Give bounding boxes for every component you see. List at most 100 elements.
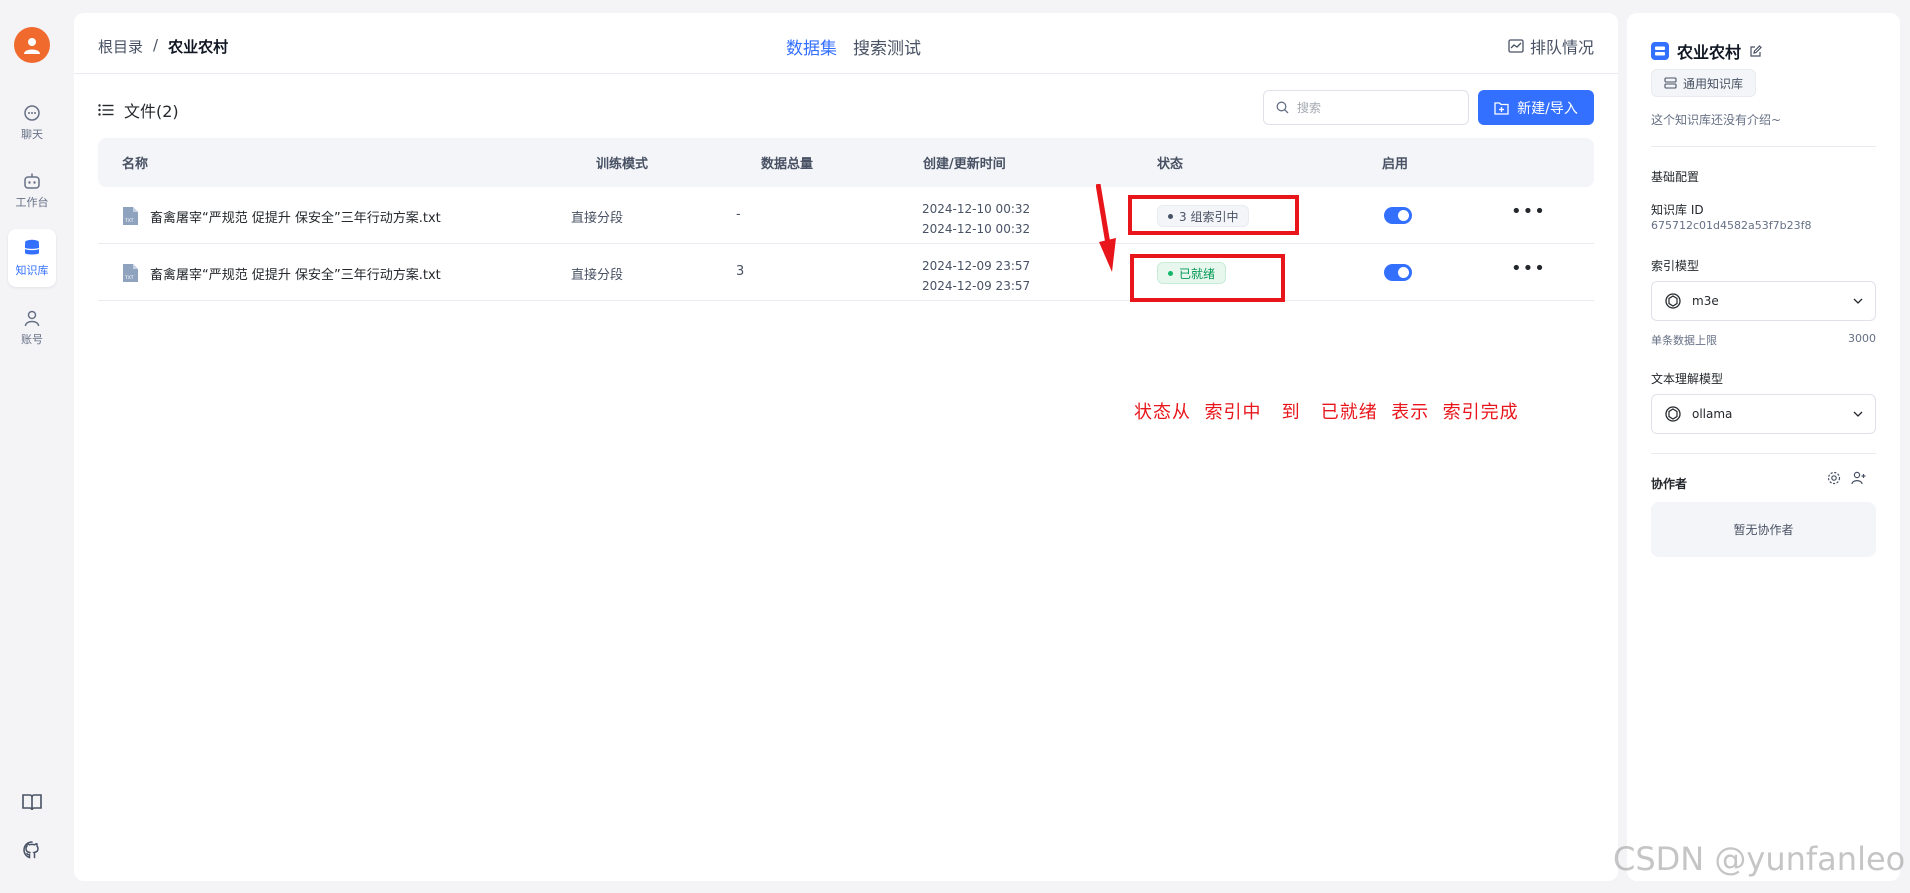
nav-knowledge-base[interactable]: 知识库 — [8, 229, 56, 287]
text-model-label: 文本理解模型 — [1651, 372, 1724, 386]
chevron-down-icon — [1853, 411, 1863, 417]
kb-intro: 这个知识库还没有介绍~ — [1651, 113, 1782, 127]
text-model-select[interactable]: ollama — [1651, 394, 1876, 434]
edit-icon[interactable] — [1749, 44, 1762, 58]
kb-detail-panel: 农业农村 通用知识库 这个知识库还没有介绍~ 基础配置 知识库 ID 67571… — [1627, 13, 1900, 881]
settings-gear-icon[interactable] — [1827, 471, 1841, 485]
left-nav: 聊天 工作台 知识库 账号 — [0, 0, 64, 893]
train-mode: 直接分段 — [571, 211, 624, 226]
index-model-select[interactable]: m3e — [1651, 281, 1876, 321]
index-model-label: 索引模型 — [1651, 259, 1700, 273]
openai-icon — [1665, 406, 1681, 422]
kb-type-label: 通用知识库 — [1683, 76, 1744, 91]
book-icon — [22, 794, 42, 811]
tab-dataset[interactable]: 数据集 — [786, 34, 837, 59]
kb-database-icon — [1651, 42, 1669, 60]
more-actions-button[interactable]: ••• — [1511, 258, 1546, 279]
server-icon — [1664, 77, 1677, 89]
kb-type-tag[interactable]: 通用知识库 — [1651, 69, 1757, 97]
max-data-label: 单条数据上限 — [1651, 334, 1717, 347]
robot-icon — [24, 173, 40, 189]
list-icon — [98, 104, 114, 116]
queue-chart-icon — [1508, 39, 1524, 53]
files-header: 文件(2) — [98, 98, 179, 122]
svg-text:TXT: TXT — [124, 218, 134, 224]
chevron-down-icon — [1853, 298, 1863, 304]
github-button[interactable] — [18, 836, 46, 864]
header-name: 名称 — [122, 157, 149, 172]
row-times: 2024-12-09 23:57 2024-12-09 23:57 — [922, 256, 1030, 296]
folder-add-icon — [1494, 101, 1509, 115]
kb-id-label: 知识库 ID — [1651, 203, 1704, 217]
annotation-arrow — [1096, 184, 1116, 272]
nav-workbench[interactable]: 工作台 — [8, 162, 56, 220]
table-header: 名称 训练模式 数据总量 创建/更新时间 状态 启用 — [98, 138, 1594, 187]
nav-knowledge-label: 知识库 — [15, 264, 49, 277]
avatar-person-icon — [24, 38, 40, 54]
files-title: 文件(2) — [124, 102, 179, 121]
data-count: - — [736, 207, 741, 222]
index-model-value: m3e — [1692, 294, 1719, 308]
nav-account-label: 账号 — [21, 333, 43, 346]
enable-toggle[interactable] — [1384, 264, 1412, 281]
tab-search-test[interactable]: 搜索测试 — [853, 34, 921, 59]
file-name[interactable]: 畜禽屠宰“严规范 促提升 保安全”三年行动方案.txt — [150, 264, 441, 283]
text-model-value: ollama — [1692, 407, 1733, 421]
annotation-text: 状态从 索引中 到 已就绪 表示 索引完成 — [1134, 402, 1519, 423]
search-input[interactable] — [1297, 100, 1447, 115]
header-mode: 训练模式 — [596, 157, 649, 172]
user-icon — [24, 310, 40, 327]
no-collaborators-box: 暂无协作者 — [1651, 502, 1876, 557]
new-import-button[interactable]: 新建/导入 — [1478, 90, 1594, 125]
kb-title: 农业农村 — [1651, 39, 1762, 63]
annotation-box-indexing — [1128, 195, 1299, 235]
user-avatar[interactable] — [14, 27, 50, 63]
updated-time: 2024-12-09 23:57 — [922, 279, 1031, 293]
chat-icon — [24, 105, 40, 121]
watermark: CSDN @yunfanleo — [1613, 840, 1906, 878]
collaborators-heading: 协作者 — [1651, 477, 1688, 491]
database-icon — [24, 239, 40, 255]
txt-file-icon: TXT — [123, 207, 138, 225]
header-time: 创建/更新时间 — [923, 157, 1006, 172]
breadcrumb-root[interactable]: 根目录 — [98, 36, 143, 57]
nav-chat-label: 聊天 — [21, 128, 43, 141]
header-status: 状态 — [1157, 157, 1184, 172]
svg-text:TXT: TXT — [124, 275, 134, 281]
kb-id-value: 675712c01d4582a53f7b23f8 — [1651, 219, 1812, 232]
nav-account[interactable]: 账号 — [8, 299, 56, 357]
nav-chat[interactable]: 聊天 — [8, 94, 56, 152]
annotation-box-ready — [1130, 254, 1285, 302]
nav-workbench-label: 工作台 — [15, 196, 49, 209]
data-count: 3 — [736, 264, 745, 279]
top-bar: 根目录 / 农业农村 数据集 搜索测试 排队情况 — [74, 13, 1618, 74]
row-times: 2024-12-10 00:32 2024-12-10 00:32 — [922, 199, 1030, 239]
train-mode: 直接分段 — [571, 268, 624, 283]
header-enabled: 启用 — [1382, 157, 1409, 172]
queue-label: 排队情况 — [1529, 38, 1594, 57]
file-name[interactable]: 畜禽屠宰“严规范 促提升 保安全”三年行动方案.txt — [150, 207, 441, 226]
divider — [1651, 146, 1876, 147]
search-icon — [1276, 101, 1289, 114]
add-user-icon[interactable] — [1851, 471, 1866, 485]
kb-name: 农业农村 — [1677, 43, 1742, 62]
breadcrumb: 根目录 / 农业农村 — [98, 36, 228, 57]
docs-button[interactable] — [18, 788, 46, 816]
breadcrumb-current: 农业农村 — [168, 38, 229, 56]
header-count: 数据总量 — [761, 157, 814, 172]
openai-icon — [1665, 293, 1681, 309]
search-box[interactable] — [1263, 90, 1469, 125]
txt-file-icon: TXT — [123, 264, 138, 282]
enable-toggle[interactable] — [1384, 207, 1412, 224]
breadcrumb-separator: / — [153, 36, 159, 54]
more-actions-button[interactable]: ••• — [1511, 201, 1546, 222]
queue-status-button[interactable]: 排队情况 — [1508, 34, 1594, 58]
table-row[interactable]: TXT 畜禽屠宰“严规范 促提升 保安全”三年行动方案.txt 直接分段 3 2… — [98, 244, 1594, 301]
main-panel: 根目录 / 农业农村 数据集 搜索测试 排队情况 文件(2) 新建/导入 名称 … — [74, 13, 1618, 881]
updated-time: 2024-12-10 00:32 — [922, 222, 1031, 236]
basic-config-heading: 基础配置 — [1651, 170, 1700, 184]
github-icon — [23, 841, 39, 859]
new-import-label: 新建/导入 — [1517, 100, 1578, 117]
divider — [1651, 453, 1876, 454]
table-row[interactable]: TXT 畜禽屠宰“严规范 促提升 保安全”三年行动方案.txt 直接分段 - 2… — [98, 187, 1594, 244]
